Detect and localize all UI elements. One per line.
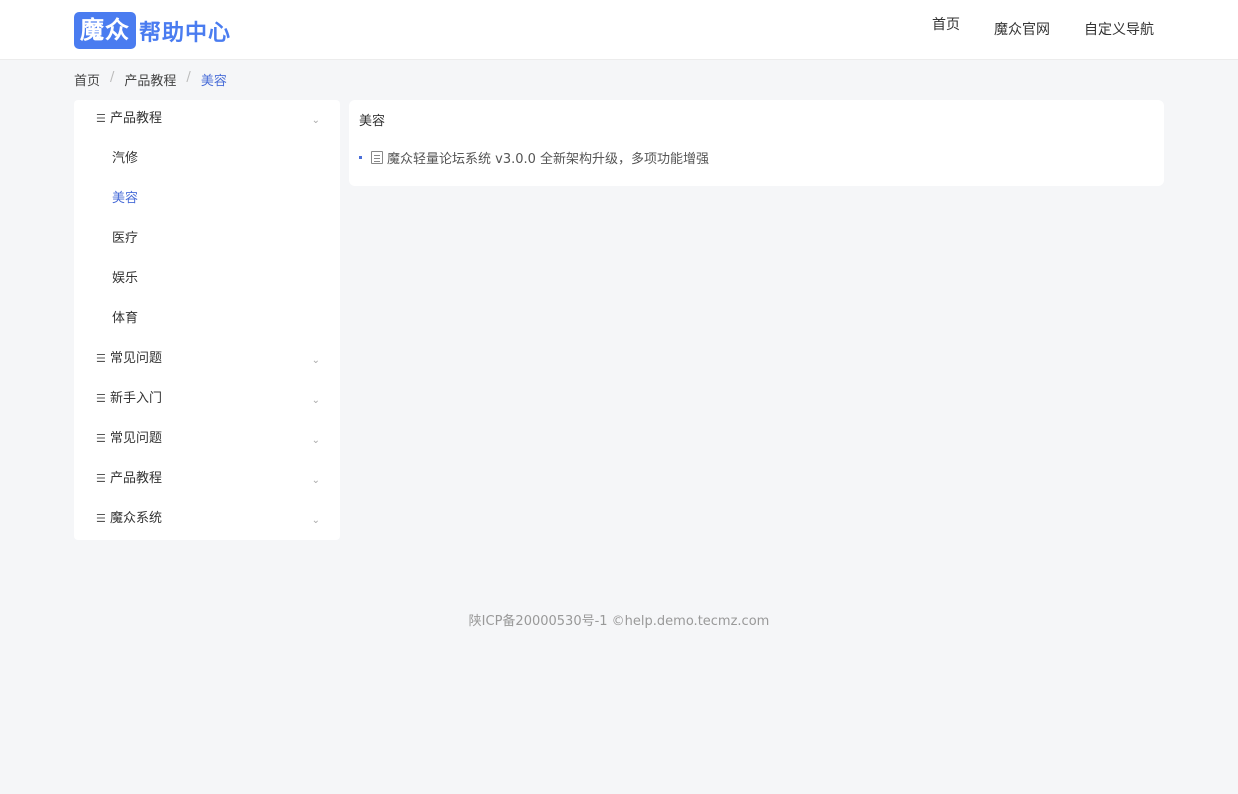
sidebar-group-label: 魔众系统	[110, 511, 163, 526]
sidebar-item-sports[interactable]: 体育	[74, 300, 340, 340]
sidebar: ☰ 产品教程 ⌄ 汽修 美容 医疗 娱乐 体育 ☰ 常见问题 ⌄ ☰ 新手入门 ⌄ ☰…	[74, 100, 340, 540]
sidebar-group-product-tutorial-2[interactable]: ☰ 产品教程 ⌄	[74, 460, 340, 500]
sidebar-group-label: 产品教程	[110, 111, 163, 126]
chevron-down-icon: ⌄	[311, 355, 320, 366]
breadcrumb-current: 美容	[200, 74, 227, 89]
sidebar-group-label: 新手入门	[110, 391, 163, 406]
list-icon: ☰	[96, 472, 106, 485]
chevron-down-icon: ⌄	[311, 115, 320, 126]
nav-home[interactable]: 首页	[932, 0, 960, 60]
list-icon: ☰	[96, 392, 106, 405]
breadcrumb-separator: /	[110, 70, 115, 85]
sidebar-group-getting-started[interactable]: ☰ 新手入门 ⌄	[74, 380, 340, 420]
list-icon: ☰	[96, 352, 106, 365]
breadcrumb: 首页 / 产品教程 / 美容	[74, 70, 227, 89]
sidebar-item-entertainment[interactable]: 娱乐	[74, 260, 340, 300]
chevron-down-icon: ⌄	[311, 515, 320, 526]
chevron-down-icon: ⌄	[311, 475, 320, 486]
nav-official-site[interactable]: 魔众官网	[994, 0, 1050, 60]
sidebar-group-faq-2[interactable]: ☰ 常见问题 ⌄	[74, 420, 340, 460]
list-item[interactable]: 魔众轻量论坛系统 v3.0.0 全新架构升级，多项功能增强	[359, 148, 709, 167]
logo[interactable]: 魔众 帮助中心	[74, 12, 231, 49]
article-link[interactable]: 魔众轻量论坛系统 v3.0.0 全新架构升级，多项功能增强	[387, 148, 709, 167]
content-panel: 美容 魔众轻量论坛系统 v3.0.0 全新架构升级，多项功能增强	[349, 100, 1164, 186]
sidebar-group-label: 产品教程	[110, 471, 163, 486]
sidebar-item-beauty[interactable]: 美容	[74, 180, 340, 220]
sidebar-group-label: 常见问题	[110, 431, 163, 446]
list-icon: ☰	[96, 432, 106, 445]
bullet-icon	[359, 156, 362, 159]
page-title: 美容	[359, 114, 386, 129]
logo-text: 帮助中心	[139, 20, 232, 46]
breadcrumb-home[interactable]: 首页	[74, 70, 100, 89]
breadcrumb-category[interactable]: 产品教程	[124, 70, 176, 89]
nav-custom[interactable]: 自定义导航	[1084, 0, 1154, 60]
chevron-down-icon: ⌄	[311, 395, 320, 406]
chevron-down-icon: ⌄	[311, 435, 320, 446]
sidebar-group-product-tutorial[interactable]: ☰ 产品教程 ⌄	[74, 100, 340, 140]
footer-copyright: 陕ICP备20000530号-1 ©help.demo.tecmz.com	[468, 614, 770, 629]
top-nav: 首页 魔众官网 自定义导航	[932, 0, 1154, 60]
list-icon: ☰	[96, 512, 106, 525]
sidebar-group-faq[interactable]: ☰ 常见问题 ⌄	[74, 340, 340, 380]
document-icon	[371, 151, 383, 164]
sidebar-item-medical[interactable]: 医疗	[74, 220, 340, 260]
sidebar-group-mozhong-system[interactable]: ☰ 魔众系统 ⌄	[74, 500, 340, 540]
list-icon: ☰	[96, 112, 106, 125]
header: 魔众 帮助中心 首页 魔众官网 自定义导航	[0, 0, 1238, 60]
breadcrumb-separator: /	[186, 70, 191, 85]
sidebar-item-auto-repair[interactable]: 汽修	[74, 140, 340, 180]
sidebar-group-label: 常见问题	[110, 351, 163, 366]
logo-mark: 魔众	[74, 12, 136, 49]
